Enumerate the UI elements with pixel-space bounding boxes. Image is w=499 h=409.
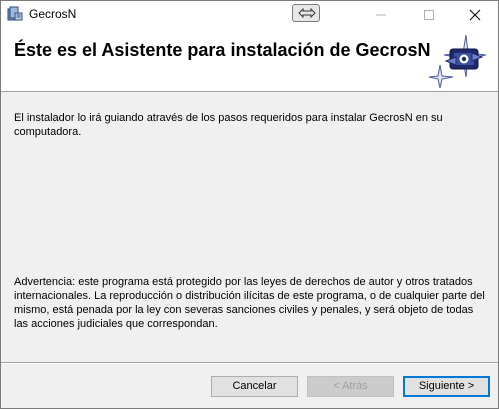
wizard-banner: Éste es el Asistente para instalación de… <box>1 28 498 92</box>
maximize-button[interactable] <box>406 1 452 28</box>
installer-window: GecrosN Éste es el Asistente para instal… <box>0 0 499 409</box>
window-title: GecrosN <box>29 7 77 21</box>
title-bar[interactable]: GecrosN <box>1 1 498 28</box>
minimize-button[interactable] <box>358 1 404 28</box>
wizard-heading: Éste es el Asistente para instalación de… <box>14 40 431 60</box>
minimize-icon <box>376 14 386 16</box>
close-button[interactable] <box>452 1 498 28</box>
installer-icon <box>7 6 23 22</box>
next-button[interactable]: Siguiente > <box>403 376 490 397</box>
maximize-icon <box>424 10 434 20</box>
close-icon <box>469 9 481 21</box>
footer-divider <box>1 362 498 364</box>
cancel-button[interactable]: Cancelar <box>211 376 298 397</box>
intro-text: El instalador lo irá guiando através de … <box>14 112 443 138</box>
restore-arrows-icon[interactable] <box>292 4 320 22</box>
copyright-warning: Advertencia: este programa está protegid… <box>14 276 485 330</box>
back-button[interactable]: < Atrás <box>307 376 394 397</box>
sparkle-computer-logo <box>426 31 492 94</box>
